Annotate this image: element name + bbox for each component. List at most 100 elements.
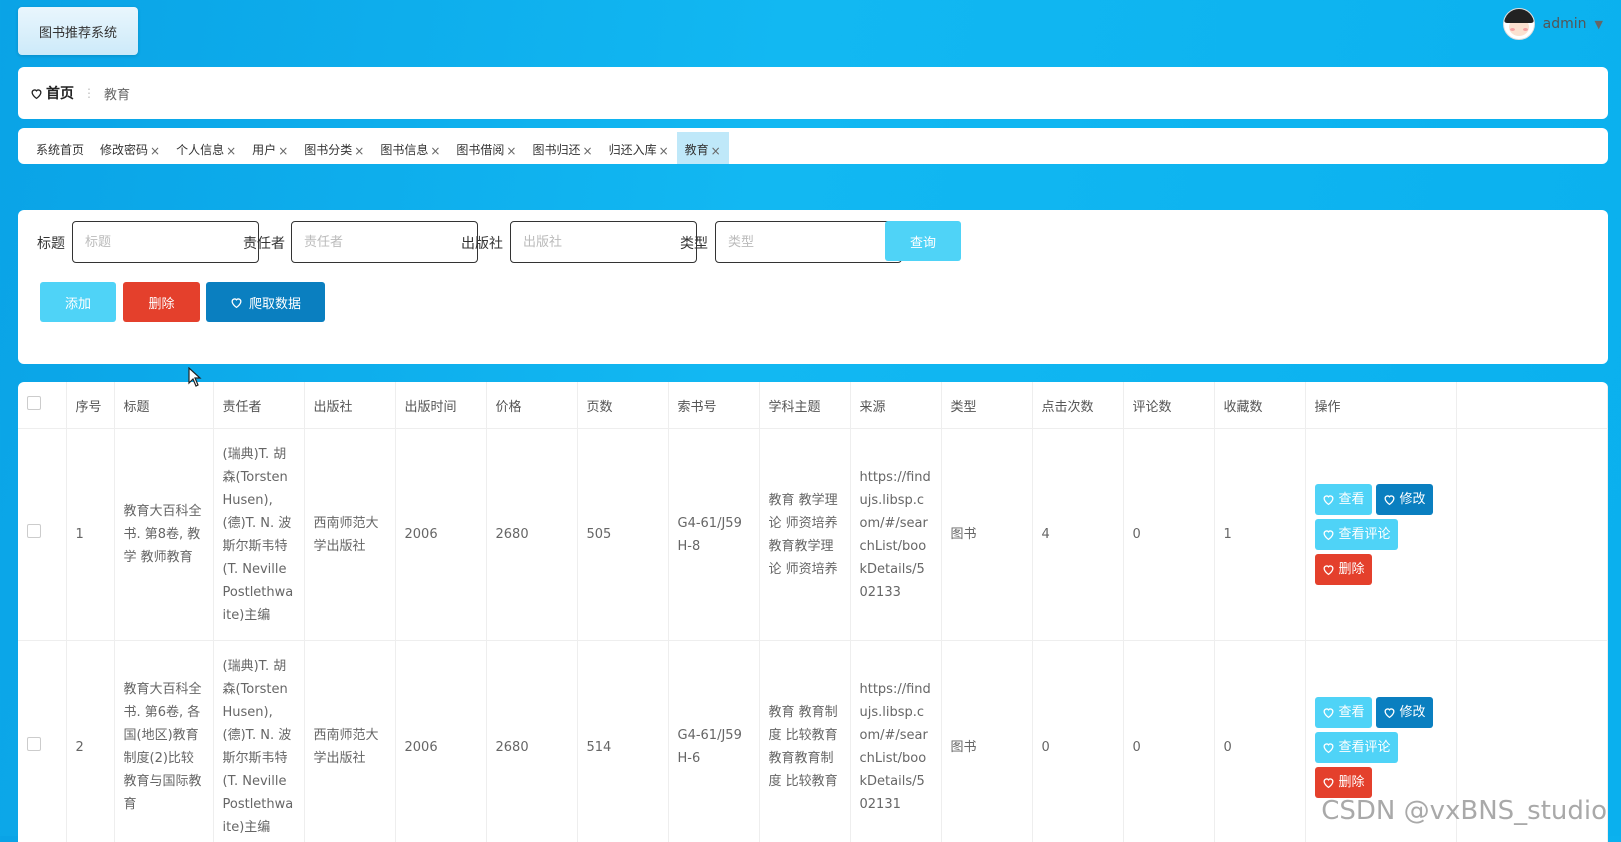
- view-label: 查看: [1339, 701, 1365, 724]
- tab-item[interactable]: 归还入库×: [601, 136, 677, 164]
- breadcrumb-separator: ⋮: [83, 86, 95, 100]
- type-input[interactable]: [715, 221, 902, 263]
- close-icon[interactable]: ×: [278, 144, 288, 158]
- row-delete-button[interactable]: 删除: [1315, 767, 1372, 798]
- cell-title: 教育大百科全书. 第6卷, 各国(地区)教育制度(2)比较教育与国际教育: [114, 641, 213, 842]
- caret-down-icon: ▼: [1595, 18, 1603, 31]
- tab-item[interactable]: 个人信息×: [168, 136, 244, 164]
- author-input[interactable]: [291, 221, 478, 263]
- heart-icon: [1383, 493, 1396, 506]
- data-table: 序号标题责任者出版社出版时间价格页数索书号学科主题来源类型点击次数评论数收藏数操…: [18, 382, 1608, 842]
- title-input[interactable]: [72, 221, 259, 263]
- cell-source: https://findujs.libsp.com/#/searchList/b…: [850, 429, 941, 641]
- edit-label: 修改: [1400, 701, 1426, 724]
- view-label: 查看: [1339, 488, 1365, 511]
- row-checkbox[interactable]: [27, 524, 41, 538]
- column-header: 收藏数: [1214, 382, 1305, 429]
- edit-button[interactable]: 修改: [1376, 697, 1433, 728]
- row-actions: 查看 修改查看评论删除: [1305, 429, 1456, 641]
- select-all-checkbox[interactable]: [27, 396, 41, 410]
- row-delete-button[interactable]: 删除: [1315, 554, 1372, 585]
- cell-price: 2680: [486, 429, 577, 641]
- close-icon[interactable]: ×: [150, 144, 160, 158]
- user-menu[interactable]: admin ▼: [1503, 8, 1603, 40]
- column-header: 来源: [850, 382, 941, 429]
- column-header: 学科主题: [759, 382, 850, 429]
- cell-publisher: 西南师范大学出版社: [304, 429, 395, 641]
- view-comments-button[interactable]: 查看评论: [1315, 732, 1398, 763]
- close-icon[interactable]: ×: [583, 144, 593, 158]
- table-header-row: 序号标题责任者出版社出版时间价格页数索书号学科主题来源类型点击次数评论数收藏数操…: [18, 382, 1608, 429]
- view-comments-label: 查看评论: [1339, 523, 1391, 546]
- heart-icon: [30, 87, 43, 100]
- edit-button[interactable]: 修改: [1376, 484, 1433, 515]
- cell-pages: 514: [577, 641, 668, 842]
- view-button[interactable]: 查看: [1315, 697, 1372, 728]
- cell-favorites: 0: [1214, 641, 1305, 842]
- cell-comments: 0: [1123, 429, 1214, 641]
- tab-bar: 系统首页修改密码×个人信息×用户×图书分类×图书信息×图书借阅×图书归还×归还入…: [18, 128, 1608, 164]
- view-comments-button[interactable]: 查看评论: [1315, 519, 1398, 550]
- close-icon[interactable]: ×: [711, 144, 721, 158]
- heart-icon: [1322, 528, 1335, 541]
- tab-label: 图书借阅: [456, 141, 504, 158]
- tab-item[interactable]: 用户×: [244, 136, 296, 164]
- query-button[interactable]: 查询: [885, 221, 961, 261]
- row-checkbox[interactable]: [27, 737, 41, 751]
- tab-item[interactable]: 图书归还×: [524, 136, 600, 164]
- row-delete-label: 删除: [1339, 771, 1365, 794]
- table-row: 1教育大百科全书. 第8卷, 教学 教师教育(瑞典)T. 胡森(Torsten …: [18, 429, 1608, 641]
- tab-item[interactable]: 图书信息×: [372, 136, 448, 164]
- crawl-data-button[interactable]: 爬取数据: [206, 282, 325, 322]
- tab-label: 系统首页: [36, 141, 84, 158]
- add-button[interactable]: 添加: [40, 282, 116, 322]
- close-icon[interactable]: ×: [659, 144, 669, 158]
- app-title[interactable]: 图书推荐系统: [18, 7, 138, 55]
- tab-item[interactable]: 图书借阅×: [448, 136, 524, 164]
- close-icon[interactable]: ×: [430, 144, 440, 158]
- column-header: 标题: [114, 382, 213, 429]
- column-header: 出版社: [304, 382, 395, 429]
- cell-publisher: 西南师范大学出版社: [304, 641, 395, 842]
- tab-item[interactable]: 系统首页: [28, 136, 92, 164]
- cell-call-no: G4-61/J59H-6: [668, 641, 759, 842]
- cell-clicks: 4: [1032, 429, 1123, 641]
- column-header: 页数: [577, 382, 668, 429]
- close-icon[interactable]: ×: [354, 144, 364, 158]
- cell-index: 2: [66, 641, 114, 842]
- column-header: 点击次数: [1032, 382, 1123, 429]
- heart-icon: [1322, 776, 1335, 789]
- view-comments-label: 查看评论: [1339, 736, 1391, 759]
- cell-author: (瑞典)T. 胡森(Torsten Husen), (德)T. N. 波斯尔斯韦…: [213, 641, 304, 842]
- row-select-cell: [18, 429, 66, 641]
- column-header: 序号: [66, 382, 114, 429]
- cell-price: 2680: [486, 641, 577, 842]
- type-label: 类型: [680, 233, 708, 253]
- breadcrumb-home[interactable]: 首页: [30, 83, 74, 103]
- edit-label: 修改: [1400, 488, 1426, 511]
- column-header: 出版时间: [395, 382, 486, 429]
- cell-title: 教育大百科全书. 第8卷, 教学 教师教育: [114, 429, 213, 641]
- close-icon[interactable]: ×: [226, 144, 236, 158]
- publisher-input[interactable]: [510, 221, 697, 263]
- cell-subject: 教育 教学理论 师资培养 教育教学理论 师资培养: [759, 429, 850, 641]
- tab-label: 图书分类: [304, 141, 352, 158]
- filler-cell: [1456, 429, 1607, 641]
- column-header: 评论数: [1123, 382, 1214, 429]
- watermark: CSDN @vxBNS_studio: [1321, 796, 1607, 826]
- delete-button[interactable]: 删除: [123, 282, 200, 322]
- user-name: admin: [1543, 16, 1587, 32]
- heart-icon: [230, 296, 243, 309]
- close-icon[interactable]: ×: [506, 144, 516, 158]
- column-header: 责任者: [213, 382, 304, 429]
- cell-type: 图书: [941, 641, 1032, 842]
- tab-item[interactable]: 图书分类×: [296, 136, 372, 164]
- tab-label: 图书归还: [532, 141, 580, 158]
- cell-clicks: 0: [1032, 641, 1123, 842]
- view-button[interactable]: 查看: [1315, 484, 1372, 515]
- cell-year: 2006: [395, 429, 486, 641]
- select-all-cell: [18, 382, 66, 429]
- tab-label: 归还入库: [609, 141, 657, 158]
- tab-item[interactable]: 教育×: [677, 132, 729, 164]
- tab-item[interactable]: 修改密码×: [92, 136, 168, 164]
